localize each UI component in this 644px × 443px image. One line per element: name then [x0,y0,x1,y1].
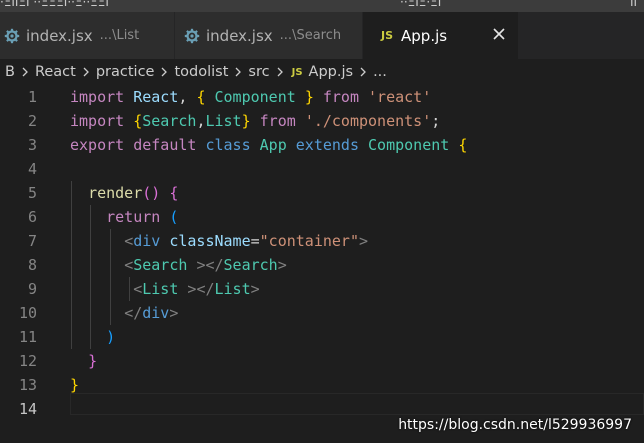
js-file-icon: JS [381,29,394,42]
breadcrumb-more[interactable]: ... [373,64,387,80]
code-line[interactable]: 3 export default class App extends Compon… [0,133,644,157]
breadcrumb-item[interactable]: B [5,64,15,80]
line-number: 9 [27,280,37,298]
code-line[interactable]: 13} [0,373,644,397]
code-line[interactable]: 10 </div> [0,301,644,325]
tab-index-list[interactable]: index.jsx ...\List [0,12,175,59]
code-text: </div> [124,304,179,322]
code-text: import React, { Component } from 'react' [70,88,432,106]
tab-label: App.js [401,26,448,45]
code-line[interactable]: 12 } [0,349,644,373]
code-text: ) [106,328,116,346]
breadcrumb-file[interactable]: App.js [309,64,354,80]
code-text: } [70,376,80,394]
chevron-right-icon [277,67,283,77]
breadcrumb-item[interactable]: practice [96,64,155,80]
react-gear-icon [4,28,20,43]
close-icon[interactable] [490,25,508,43]
chevron-right-icon [162,67,168,77]
code-text: import {Search,List} from './components'… [70,112,441,130]
code-line[interactable]: 6 return ( [0,205,644,229]
line-number: 4 [27,160,37,178]
tab-description: ...\List [99,28,140,43]
line-number: 3 [27,136,37,154]
code-text: <Search ></Search> [124,256,287,274]
line-number: 10 [18,304,37,322]
code-line[interactable]: 2 import {Search,List} from './components… [0,109,644,133]
line-number: 6 [27,208,37,226]
line-number: 7 [27,232,37,250]
breadcrumb-item[interactable]: React [35,64,76,80]
title-fragment: ΙΙ [630,0,638,9]
tab-index-search[interactable]: index.jsx ...\Search [175,12,363,59]
line-number: 14 [18,400,37,418]
chevron-right-icon [360,67,366,77]
line-number: 2 [27,112,37,130]
code-line[interactable]: 1 import React, { Component } from 'react… [0,85,644,109]
chevron-right-icon [83,67,89,77]
line-number: 8 [27,256,37,274]
title-fragment: ··ΞΙΞ·ΞΙ [400,0,442,9]
tab-label: index.jsx [206,26,273,45]
code-line[interactable]: 7 <div className="container"> [0,229,644,253]
line-number: 5 [27,184,37,202]
code-text: export default class App extends Compone… [70,136,468,154]
line-number: 11 [18,328,37,346]
line-number: 13 [18,376,37,394]
chevron-right-icon [22,67,28,77]
code-line[interactable]: 9 <List ></List> [0,277,644,301]
tab-bar: index.jsx ...\List index.jsx ...\Search … [0,12,644,59]
code-text: return ( [106,208,179,226]
title-bar: ·ΞΙΙΞΙ ··ΞΞΞΙ··Ξ··ΞΞΙ ··ΞΙΞ·ΞΙ ΙΙ [0,0,644,12]
breadcrumb-item[interactable]: src [248,64,269,80]
tab-description: ...\Search [279,28,342,43]
line-number: 1 [27,88,37,106]
code-text: render() { [88,184,179,202]
breadcrumb: B React practice todolist src JS App.js … [0,59,644,85]
code-line[interactable]: 4 [0,157,644,181]
watermark: https://blog.csdn.net/l529936997 [398,417,632,433]
tab-app-js[interactable]: JS App.js [363,12,519,59]
code-editor[interactable]: 1 import React, { Component } from 'react… [0,85,644,443]
code-line[interactable]: 11 ) [0,325,644,349]
react-gear-icon [184,28,200,43]
code-text: } [88,352,98,370]
code-text: <div className="container"> [124,232,369,250]
js-file-icon: JS [291,66,303,78]
breadcrumb-item[interactable]: todolist [174,64,228,80]
title-fragment: ·ΞΙΙΞΙ ··ΞΞΞΙ··Ξ··ΞΞΙ [0,0,109,9]
line-number: 12 [18,352,37,370]
chevron-right-icon [235,67,242,77]
code-line[interactable]: 5 render() { [0,181,644,205]
code-line[interactable]: 8 <Search ></Search> [0,253,644,277]
code-text: <List ></List> [133,280,260,298]
tab-label: index.jsx [26,26,93,45]
